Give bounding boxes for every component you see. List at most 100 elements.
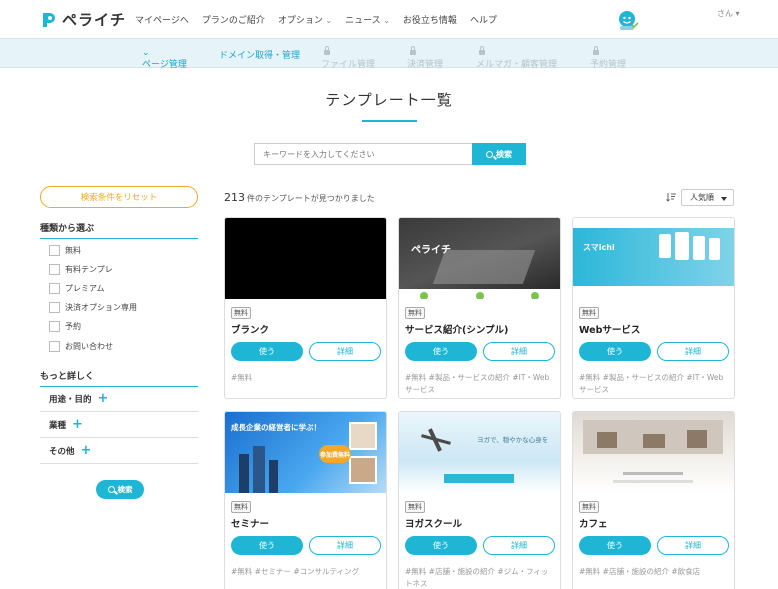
template-thumbnail[interactable]: 成長企業の経営者に学ぶ！ 参加費無料 bbox=[225, 412, 386, 493]
template-name: Webサービス bbox=[579, 325, 641, 336]
use-button[interactable]: 使う bbox=[579, 342, 651, 361]
table-shape bbox=[643, 434, 665, 448]
nav-help[interactable]: ヘルプ bbox=[470, 13, 497, 26]
lock-icon bbox=[593, 46, 599, 55]
search-button[interactable]: 検索 bbox=[472, 143, 526, 165]
template-card: スマichi 無料 Webサービス 使う 詳細 #無料 #製品・サービスの紹介 … bbox=[572, 217, 735, 399]
more-heading: もっと詳しく bbox=[40, 369, 198, 387]
top-nav: マイページへ プランのご紹介 オプション ニュース お役立ち情報 ヘルプ bbox=[135, 13, 510, 26]
accordion-other[interactable]: その他 + bbox=[40, 438, 198, 464]
detail-button[interactable]: 詳細 bbox=[657, 536, 729, 555]
template-thumbnail[interactable] bbox=[225, 218, 386, 299]
subnav-payment[interactable]: 決済管理 bbox=[407, 46, 443, 70]
detail-button[interactable]: 詳細 bbox=[483, 536, 555, 555]
detail-button[interactable]: 詳細 bbox=[657, 342, 729, 361]
phone-shape bbox=[693, 236, 705, 260]
thumb-title: ペライチ bbox=[411, 245, 451, 256]
circle-icon bbox=[531, 292, 539, 299]
result-count: 213 件のテンプレートが見つかりました bbox=[224, 191, 375, 204]
detail-button[interactable]: 詳細 bbox=[483, 342, 555, 361]
use-button[interactable]: 使う bbox=[231, 342, 303, 361]
subnav-reserve[interactable]: 予約管理 bbox=[590, 46, 626, 70]
template-name: ヨガスクール bbox=[405, 519, 463, 530]
free-badge: 無料 bbox=[405, 501, 425, 513]
checkbox[interactable] bbox=[49, 283, 60, 294]
logo-icon bbox=[43, 12, 55, 27]
lock-icon bbox=[410, 46, 416, 55]
template-tags: #無料 #店舗・施設の紹介 #飲食店 bbox=[579, 567, 701, 576]
template-thumbnail[interactable] bbox=[573, 412, 734, 493]
detail-button[interactable]: 詳細 bbox=[309, 342, 381, 361]
title-underline bbox=[362, 120, 417, 122]
use-button[interactable]: 使う bbox=[405, 536, 477, 555]
subnav-domain[interactable]: ドメイン取得・管理 bbox=[219, 48, 300, 61]
logo[interactable]: ペライチ bbox=[40, 9, 126, 30]
subnav-file[interactable]: ファイル管理 bbox=[321, 46, 375, 70]
checkbox[interactable] bbox=[49, 341, 60, 352]
table-shape bbox=[687, 430, 707, 448]
phone-shape bbox=[709, 238, 720, 260]
free-participation-badge: 参加費無料 bbox=[319, 445, 351, 463]
plus-icon: + bbox=[80, 443, 92, 458]
building-shape bbox=[269, 460, 278, 493]
template-tags: #無料 #製品・サービスの紹介 #IT・Webサービス bbox=[405, 373, 550, 394]
nav-tips[interactable]: お役立ち情報 bbox=[403, 13, 457, 26]
template-name: セミナー bbox=[231, 519, 270, 530]
type-heading: 種類から選ぶ bbox=[40, 221, 198, 239]
user-menu[interactable]: さん ▾ bbox=[717, 8, 740, 19]
circle-icon bbox=[476, 292, 484, 299]
free-badge: 無料 bbox=[579, 307, 599, 319]
thumb-title: ヨガで、穏やかな心身を bbox=[477, 436, 549, 444]
template-name: ブランク bbox=[231, 325, 270, 336]
template-card: 無料 カフェ 使う 詳細 #無料 #店舗・施設の紹介 #飲食店 bbox=[572, 411, 735, 589]
speaker-photo bbox=[349, 456, 377, 484]
filter-payment[interactable]: 決済オプション専用 bbox=[49, 302, 137, 313]
filter-premium[interactable]: プレミアム bbox=[49, 283, 104, 294]
free-badge: 無料 bbox=[579, 501, 599, 513]
checkbox[interactable] bbox=[49, 321, 60, 332]
template-thumbnail[interactable]: ヨガで、穏やかな心身を bbox=[399, 412, 560, 493]
checkbox[interactable] bbox=[49, 245, 60, 256]
filter-inquiry[interactable]: お問い合わせ bbox=[49, 341, 113, 352]
nav-plans[interactable]: プランのご紹介 bbox=[202, 13, 265, 26]
nav-options[interactable]: オプション bbox=[278, 13, 332, 26]
template-thumbnail[interactable]: スマichi bbox=[573, 218, 734, 299]
accordion-industry[interactable]: 業種 + bbox=[40, 412, 198, 438]
template-tags: #無料 #店舗・施設の紹介 #ジム・フィットネス bbox=[405, 567, 549, 588]
detail-button[interactable]: 詳細 bbox=[309, 536, 381, 555]
filter-paid[interactable]: 有料テンプレ bbox=[49, 264, 113, 275]
phone-shape bbox=[675, 232, 689, 260]
template-name: サービス紹介(シンプル) bbox=[405, 325, 509, 336]
free-badge: 無料 bbox=[231, 307, 251, 319]
accordion-purpose[interactable]: 用途・目的 + bbox=[40, 386, 198, 412]
checkbox[interactable] bbox=[49, 302, 60, 313]
avatar[interactable] bbox=[617, 9, 639, 31]
plus-icon: + bbox=[72, 417, 83, 432]
free-badge: 無料 bbox=[405, 307, 425, 319]
search-input[interactable] bbox=[254, 143, 472, 165]
template-name: カフェ bbox=[579, 519, 608, 530]
sub-nav: ページ管理 ⌄ ドメイン取得・管理 ファイル管理 決済管理 メルマガ・顧客管理 … bbox=[0, 38, 778, 70]
template-card: 成長企業の経営者に学ぶ！ 参加費無料 無料 セミナー 使う 詳細 #無料 #セミ… bbox=[224, 411, 387, 589]
subnav-mail[interactable]: メルマガ・顧客管理 bbox=[476, 46, 557, 70]
thumb-title: スマichi bbox=[583, 243, 615, 252]
use-button[interactable]: 使う bbox=[231, 536, 303, 555]
sort-select[interactable]: 人気順 bbox=[681, 189, 734, 206]
checkbox[interactable] bbox=[49, 264, 60, 275]
filter-free[interactable]: 無料 bbox=[49, 245, 81, 256]
thumb-title: 成長企業の経営者に学ぶ！ bbox=[231, 423, 321, 432]
use-button[interactable]: 使う bbox=[579, 536, 651, 555]
logo-text: ペライチ bbox=[62, 11, 127, 29]
filter-reserve[interactable]: 予約 bbox=[49, 321, 81, 332]
subnav-page-mgmt[interactable]: ページ管理 ⌄ bbox=[142, 48, 187, 70]
sidebar-search-button[interactable]: 検索 bbox=[96, 480, 144, 499]
use-button[interactable]: 使う bbox=[405, 342, 477, 361]
template-card: ペライチ 無料 サービス紹介(シンプル) 使う 詳細 #無料 #製品・サービスの… bbox=[398, 217, 561, 399]
sort-icon bbox=[666, 193, 676, 202]
nav-news[interactable]: ニュース bbox=[345, 13, 390, 26]
table-shape bbox=[597, 432, 617, 448]
template-thumbnail[interactable]: ペライチ bbox=[399, 218, 560, 299]
reset-filters-button[interactable]: 検索条件をリセット bbox=[40, 186, 198, 208]
template-card: ヨガで、穏やかな心身を 無料 ヨガスクール 使う 詳細 #無料 #店舗・施設の紹… bbox=[398, 411, 561, 589]
nav-mypage[interactable]: マイページへ bbox=[135, 13, 189, 26]
